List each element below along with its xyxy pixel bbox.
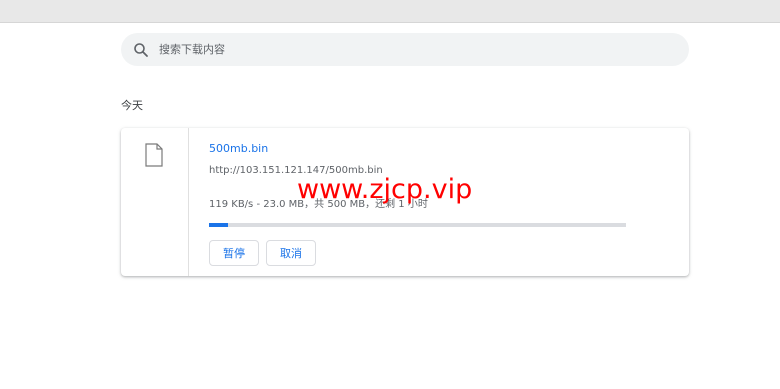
card-divider (188, 128, 189, 276)
date-section-title: 今天 (121, 99, 143, 112)
search-input[interactable] (159, 33, 659, 66)
search-bar[interactable] (121, 33, 689, 66)
file-icon (145, 143, 163, 167)
pause-button[interactable]: 暂停 (209, 240, 259, 266)
search-icon (134, 43, 148, 57)
download-progress-fill (209, 223, 229, 227)
cancel-button[interactable]: 取消 (266, 240, 316, 266)
download-progress-bar (209, 223, 626, 227)
file-name-link[interactable]: 500mb.bin (209, 142, 268, 155)
top-toolbar (0, 0, 780, 23)
watermark-text: www.zjcp.vip (297, 174, 473, 205)
